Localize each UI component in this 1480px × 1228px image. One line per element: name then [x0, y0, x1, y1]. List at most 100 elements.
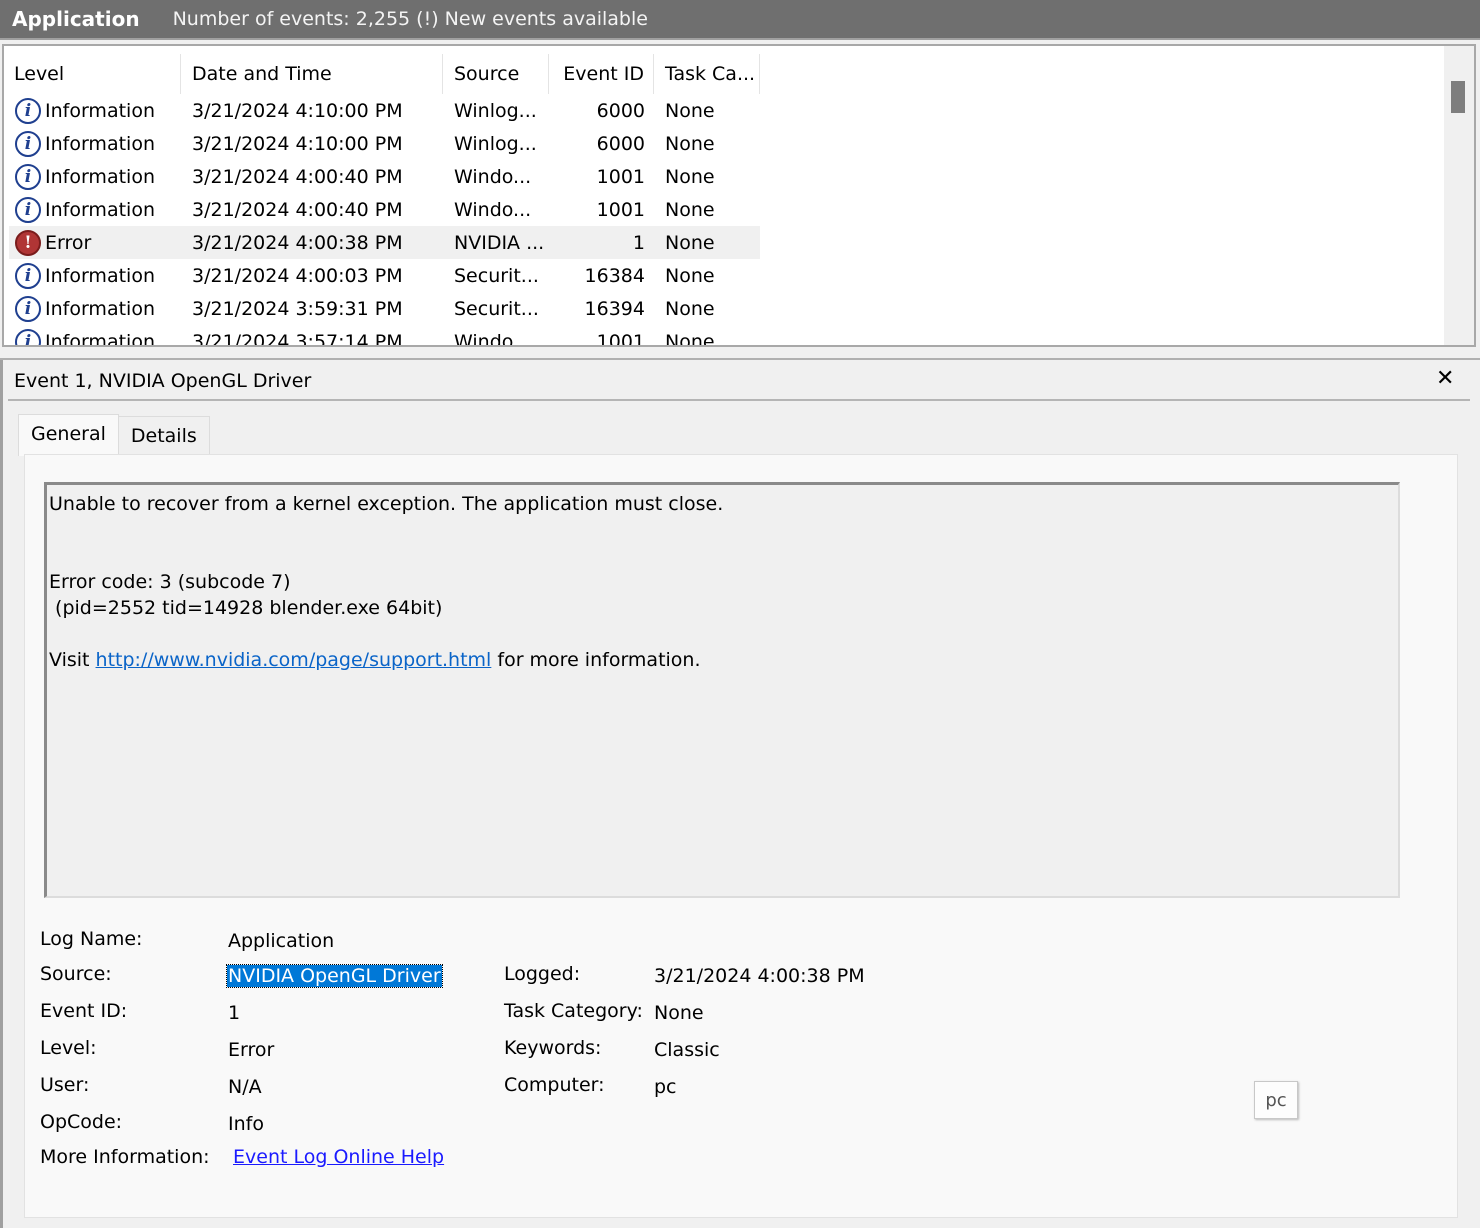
event-date-cell: 3/21/2024 4:00:40 PM [192, 198, 403, 221]
event-row[interactable]: i Information 3/21/2024 3:57:14 PM Windo...… [9, 325, 760, 347]
event-date-cell: 3/21/2024 3:57:14 PM [192, 330, 403, 347]
error-icon: ! [15, 229, 41, 256]
information-icon: i [15, 328, 41, 345]
message-line-1: Unable to recover from a kernel exceptio… [49, 493, 724, 515]
event-row[interactable]: ! Error 3/21/2024 4:00:38 PM NVIDIA ... 1 Non… [9, 226, 760, 259]
event-source-cell: NVIDIA ... [454, 231, 545, 254]
information-icon: i [15, 130, 41, 157]
event-table: Level Date and Time Source Event ID Task… [9, 54, 760, 347]
event-task-cell: None [665, 330, 715, 347]
event-id-cell: 16384 [584, 264, 645, 287]
tab-details[interactable]: Details [118, 416, 210, 456]
computer-label: Computer: [504, 1074, 605, 1096]
level-value[interactable]: Error [228, 1039, 274, 1061]
event-date-cell: 3/21/2024 3:59:31 PM [192, 297, 403, 320]
event-task-cell: None [665, 99, 715, 122]
more-info-label: More Information: [40, 1146, 210, 1168]
logged-value[interactable]: 3/21/2024 4:00:38 PM [654, 965, 865, 987]
opcode-label: OpCode: [40, 1111, 123, 1133]
event-row[interactable]: i Information 3/21/2024 4:10:00 PM Winlog..… [9, 127, 760, 160]
column-header-event-id[interactable]: Event ID [549, 54, 654, 94]
message-visit-line: Visit http://www.nvidia.com/page/support… [49, 647, 1396, 673]
information-icon: i [15, 196, 41, 223]
event-id-value[interactable]: 1 [228, 1002, 240, 1024]
column-header-row: Level Date and Time Source Event ID Task… [9, 54, 760, 94]
event-source-cell: Windo... [454, 330, 532, 347]
event-level-cell: i Information [9, 262, 181, 289]
logged-label: Logged: [504, 963, 581, 985]
visit-prefix: Visit [49, 649, 96, 671]
computer-value[interactable]: pc [654, 1076, 677, 1098]
log-header-bar: Application Number of events: 2,255 (!) … [0, 0, 1480, 40]
event-id-label: Event ID: [40, 1000, 128, 1022]
event-level-text: Information [45, 99, 155, 122]
column-header-source[interactable]: Source [443, 54, 549, 94]
list-scrollbar[interactable] [1444, 46, 1474, 345]
event-source-cell: Winlog... [454, 132, 537, 155]
message-blank-2 [49, 543, 1396, 569]
event-task-cell: None [665, 231, 715, 254]
column-header-date[interactable]: Date and Time [181, 54, 443, 94]
event-task-cell: None [665, 264, 715, 287]
event-source-cell: Securit... [454, 297, 539, 320]
event-count: Number of events: 2,255 (!) New events a… [172, 8, 648, 30]
detail-divider [8, 399, 1470, 401]
column-header-task-category[interactable]: Task Ca... [654, 54, 760, 94]
task-category-label: Task Category: [504, 1000, 643, 1022]
source-label: Source: [40, 963, 112, 985]
pc-tooltip-button[interactable]: pc [1254, 1081, 1298, 1119]
task-category-value[interactable]: None [654, 1002, 704, 1024]
event-level-cell: i Information [9, 97, 181, 124]
user-value[interactable]: N/A [228, 1076, 262, 1098]
event-task-cell: None [665, 132, 715, 155]
event-source-cell: Securit... [454, 264, 539, 287]
event-level-cell: i Information [9, 196, 181, 223]
event-row[interactable]: i Information 3/21/2024 4:00:40 PM Windo...… [9, 193, 760, 226]
event-level-cell: i Information [9, 163, 181, 190]
log-title: Application [12, 7, 140, 31]
event-level-text: Information [45, 198, 155, 221]
log-name-value[interactable]: Application [228, 930, 334, 952]
event-task-cell: None [665, 297, 715, 320]
event-id-cell: 1 [632, 231, 645, 254]
event-list[interactable]: Level Date and Time Source Event ID Task… [2, 44, 1476, 347]
close-icon[interactable]: ✕ [1436, 366, 1454, 391]
event-level-text: Information [45, 165, 155, 188]
event-source-cell: Windo... [454, 198, 532, 221]
nvidia-support-link[interactable]: http://www.nvidia.com/page/support.html [96, 649, 492, 671]
message-blank [49, 517, 1396, 543]
opcode-value[interactable]: Info [228, 1113, 264, 1135]
tab-general[interactable]: General [18, 414, 119, 456]
event-level-cell: i Information [9, 328, 181, 347]
event-row[interactable]: i Information 3/21/2024 4:10:00 PM Winlog..… [9, 94, 760, 127]
message-line-3: (pid=2552 tid=14928 blender.exe 64bit) [49, 597, 443, 619]
information-icon: i [15, 262, 41, 289]
information-icon: i [15, 295, 41, 322]
column-header-level[interactable]: Level [9, 54, 181, 94]
event-row[interactable]: i Information 3/21/2024 4:00:03 PM Securit.… [9, 259, 760, 292]
event-level-cell: ! Error [9, 229, 181, 256]
event-id-cell: 1001 [596, 330, 645, 347]
information-icon: i [15, 163, 41, 190]
event-date-cell: 3/21/2024 4:10:00 PM [192, 132, 403, 155]
event-id-cell: 1001 [596, 198, 645, 221]
detail-header: Event 1, NVIDIA OpenGL Driver ✕ [0, 358, 1480, 404]
scrollbar-thumb[interactable] [1451, 81, 1465, 113]
event-id-cell: 1001 [596, 165, 645, 188]
event-id-cell: 6000 [596, 99, 645, 122]
event-date-cell: 3/21/2024 4:00:40 PM [192, 165, 403, 188]
detail-title: Event 1, NVIDIA OpenGL Driver [14, 370, 312, 392]
keywords-value[interactable]: Classic [654, 1039, 720, 1061]
level-label: Level: [40, 1037, 97, 1059]
event-id-cell: 16394 [584, 297, 645, 320]
event-level-cell: i Information [9, 295, 181, 322]
event-row[interactable]: i Information 3/21/2024 4:00:40 PM Windo...… [9, 160, 760, 193]
event-row[interactable]: i Information 3/21/2024 3:59:31 PM Securit.… [9, 292, 760, 325]
visit-suffix: for more information. [491, 649, 701, 671]
user-label: User: [40, 1074, 90, 1096]
event-level-text: Information [45, 330, 155, 347]
detail-left-border [0, 358, 3, 1228]
source-value[interactable]: NVIDIA OpenGL Driver [226, 964, 443, 988]
event-log-online-help-link[interactable]: Event Log Online Help [233, 1146, 444, 1168]
event-message-box[interactable]: Unable to recover from a kernel exceptio… [44, 482, 1400, 898]
